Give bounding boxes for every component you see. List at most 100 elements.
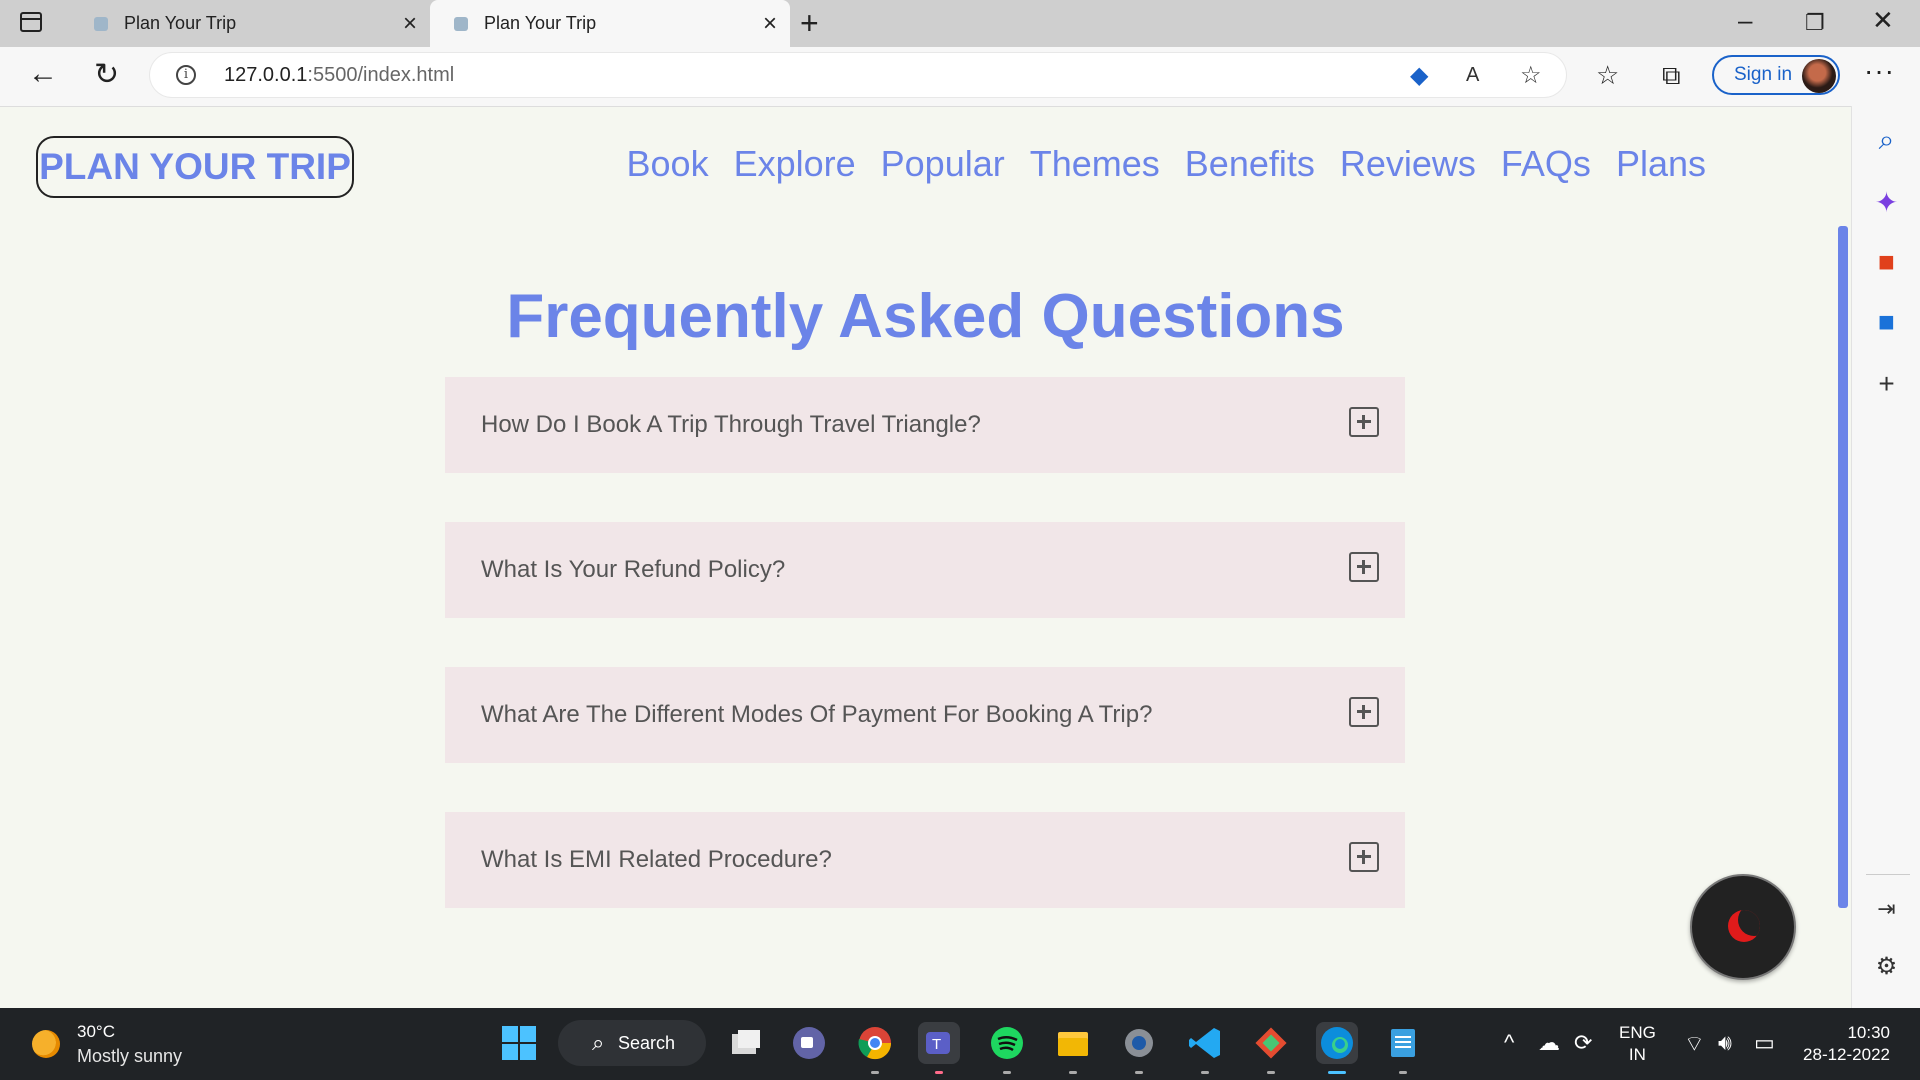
chrome-icon[interactable] — [854, 1022, 896, 1074]
sidebar-divider — [1866, 874, 1910, 875]
faq-question: What Is Your Refund Policy? — [481, 556, 786, 583]
teams-icon[interactable]: T — [918, 1022, 960, 1074]
weather-temperature[interactable]: 30°C — [77, 1022, 115, 1042]
faq-list: How Do I Book A Trip Through Travel Tria… — [445, 377, 1405, 957]
tab-bar: Plan Your Trip × Plan Your Trip × + – ❐ … — [0, 0, 1920, 47]
favorites-icon[interactable]: ☆ — [1596, 60, 1619, 91]
shopping-tag-icon[interactable]: ◆ — [1410, 61, 1428, 90]
windows-taskbar: 30°C Mostly sunny ⌕ Search T ^ ☁ ⟳ ENG I… — [0, 1008, 1920, 1080]
expand-plus-icon[interactable] — [1349, 552, 1379, 582]
restore-icon[interactable]: ❐ — [1805, 10, 1825, 36]
search-icon[interactable]: ⌕ — [1852, 124, 1920, 157]
running-indicator — [1201, 1071, 1209, 1074]
favicon-icon — [454, 16, 468, 31]
nav-themes[interactable]: Themes — [1030, 143, 1160, 185]
reload-icon[interactable]: ↻ — [94, 57, 119, 92]
clock-time: 10:30 — [1847, 1023, 1890, 1042]
site-logo[interactable]: PLAN YOUR TRIP — [36, 136, 354, 198]
nav-book[interactable]: Book — [627, 143, 709, 185]
weather-description[interactable]: Mostly sunny — [77, 1046, 182, 1067]
tab-2-active[interactable]: Plan Your Trip × — [430, 0, 790, 47]
faq-item[interactable]: What Are The Different Modes Of Payment … — [445, 667, 1405, 763]
window-close-icon[interactable]: ✕ — [1872, 5, 1894, 36]
edge-browser-icon[interactable] — [1316, 1022, 1358, 1074]
faq-question: What Is EMI Related Procedure? — [481, 846, 832, 873]
hide-sidebar-icon[interactable]: ⇥ — [1852, 896, 1920, 922]
nav-popular[interactable]: Popular — [881, 143, 1005, 185]
address-bar[interactable]: i 127.0.0.1:5500/index.html ◆ A ☆ — [150, 53, 1566, 97]
nav-faqs[interactable]: FAQs — [1501, 143, 1591, 185]
back-arrow-icon[interactable]: ← — [28, 57, 58, 91]
close-icon[interactable]: × — [750, 10, 790, 38]
nav-benefits[interactable]: Benefits — [1185, 143, 1315, 185]
url-text[interactable]: 127.0.0.1:5500/index.html — [224, 64, 454, 87]
git-tool-icon[interactable] — [1250, 1022, 1292, 1074]
more-menu-icon[interactable]: ··· — [1864, 55, 1895, 87]
minimize-icon[interactable]: – — [1738, 5, 1752, 36]
office-icon[interactable]: ■ — [1852, 246, 1920, 278]
system-clock[interactable]: 10:30 28-12-2022 — [1800, 1022, 1890, 1066]
faq-item[interactable]: What Is EMI Related Procedure? — [445, 812, 1405, 908]
expand-plus-icon[interactable] — [1349, 697, 1379, 727]
moon-icon — [1728, 910, 1760, 942]
sync-icon[interactable]: ⟳ — [1574, 1030, 1592, 1056]
address-toolbar: ← ↻ i 127.0.0.1:5500/index.html ◆ A ☆ ☆ … — [0, 47, 1920, 107]
battery-icon[interactable]: ▭ — [1754, 1030, 1775, 1056]
dark-mode-toggle-button[interactable] — [1690, 874, 1796, 980]
spotify-icon[interactable] — [986, 1022, 1028, 1074]
settings-app-icon[interactable] — [1118, 1022, 1160, 1074]
running-indicator — [871, 1071, 879, 1074]
sign-in-label: Sign in — [1734, 64, 1793, 85]
expand-plus-icon[interactable] — [1349, 407, 1379, 437]
running-indicator — [1399, 1071, 1407, 1074]
weather-sun-icon[interactable] — [32, 1030, 60, 1058]
new-tab-icon[interactable]: + — [800, 5, 819, 42]
web-page: PLAN YOUR TRIP Book Explore Popular Them… — [0, 107, 1851, 1008]
page-scrollbar[interactable] — [1838, 226, 1848, 908]
clock-date: 28-12-2022 — [1803, 1045, 1890, 1064]
site-info-icon[interactable]: i — [176, 65, 196, 85]
copilot-sparkle-icon[interactable]: ✦ — [1852, 186, 1920, 219]
close-icon[interactable]: × — [390, 10, 430, 38]
url-path: :5500/index.html — [307, 64, 455, 86]
add-favorite-icon[interactable]: ☆ — [1520, 61, 1542, 90]
expand-plus-icon[interactable] — [1349, 842, 1379, 872]
nav-explore[interactable]: Explore — [734, 143, 856, 185]
teams-chat-icon[interactable] — [788, 1022, 830, 1064]
volume-icon[interactable]: 🔊︎ — [1718, 1030, 1732, 1056]
avatar[interactable] — [1802, 59, 1836, 93]
windows-start-icon[interactable] — [498, 1022, 540, 1064]
running-indicator — [1135, 1071, 1143, 1074]
input-language-indicator[interactable]: ENG IN — [1619, 1022, 1656, 1066]
main-nav: Book Explore Popular Themes Benefits Rev… — [627, 143, 1706, 185]
sign-in-button[interactable]: Sign in — [1712, 55, 1840, 95]
running-indicator — [1267, 1071, 1275, 1074]
file-explorer-icon[interactable] — [1052, 1022, 1094, 1074]
faq-item[interactable]: How Do I Book A Trip Through Travel Tria… — [445, 377, 1405, 473]
taskbar-search-button[interactable]: ⌕ Search — [558, 1020, 706, 1066]
chevron-up-icon[interactable]: ^ — [1504, 1030, 1514, 1056]
nav-reviews[interactable]: Reviews — [1340, 143, 1476, 185]
add-icon[interactable]: + — [1852, 368, 1920, 400]
settings-gear-icon[interactable]: ⚙ — [1852, 952, 1920, 981]
nav-plans[interactable]: Plans — [1616, 143, 1706, 185]
language-code: ENG — [1619, 1023, 1656, 1042]
faq-item[interactable]: What Is Your Refund Policy? — [445, 522, 1405, 618]
outlook-icon[interactable]: ■ — [1852, 306, 1920, 338]
collections-icon[interactable]: ⧉ — [1662, 60, 1681, 92]
read-aloud-icon[interactable]: A — [1466, 64, 1479, 87]
edge-sidebar: ⌕ ✦ ■ ■ + ⇥ ⚙ — [1851, 106, 1920, 1008]
tab-1[interactable]: Plan Your Trip × — [70, 0, 430, 47]
task-view-icon[interactable] — [724, 1022, 766, 1064]
vscode-icon[interactable] — [1184, 1022, 1226, 1074]
active-indicator — [1328, 1071, 1346, 1074]
wifi-icon[interactable]: ⌔ — [1684, 1030, 1705, 1058]
tab-title: Plan Your Trip — [124, 13, 237, 33]
running-indicator — [1069, 1071, 1077, 1074]
onedrive-cloud-icon[interactable]: ☁ — [1538, 1030, 1560, 1056]
search-icon: ⌕ — [592, 1030, 605, 1055]
notepad-icon[interactable] — [1382, 1022, 1424, 1074]
faq-heading: Frequently Asked Questions — [506, 282, 1345, 351]
tab-actions-icon[interactable] — [20, 12, 42, 32]
tab-title: Plan Your Trip — [484, 13, 597, 33]
